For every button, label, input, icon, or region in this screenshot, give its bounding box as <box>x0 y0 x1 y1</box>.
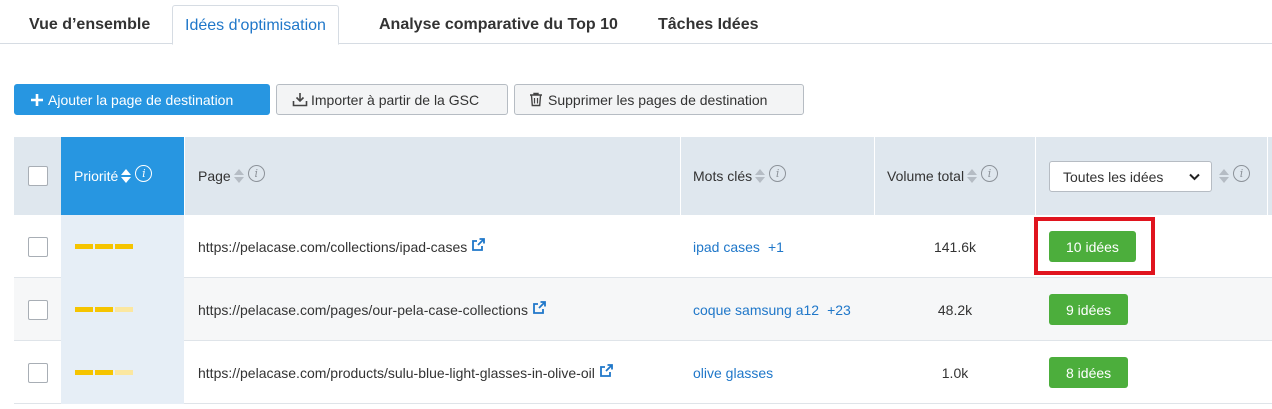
row-checkbox[interactable] <box>27 299 48 320</box>
priority-indicator <box>75 244 133 249</box>
keyword-more-link[interactable]: +23 <box>827 302 851 318</box>
page-url: https://pelacase.com/collections/ipad-ca… <box>198 238 468 255</box>
page-url: https://pelacase.com/pages/our-pela-case… <box>198 301 528 318</box>
tab-optimization-ideas[interactable]: Idées d'optimisation <box>172 5 339 45</box>
header-select-cell <box>14 137 61 215</box>
sort-ideas-icon[interactable] <box>1219 168 1229 184</box>
header-total-volume: Volume total i <box>875 137 1035 215</box>
keyword-link[interactable]: coque samsung a12 <box>693 302 819 318</box>
header-keywords-label: Mots clés <box>693 168 753 184</box>
table-header: Priorité i Page i Mots clés i Volume tot… <box>14 137 1272 215</box>
volume-cell: 48.2k <box>875 278 1035 341</box>
row-checkbox[interactable] <box>27 362 48 383</box>
volume-value: 141.6k <box>933 238 977 255</box>
external-link-icon[interactable] <box>599 364 613 381</box>
keywords-cell: olive glasses <box>681 341 874 404</box>
row-select-cell <box>14 278 61 341</box>
external-link-icon[interactable] <box>532 301 546 318</box>
select-all-checkbox[interactable] <box>27 166 48 186</box>
keywords-cell: coque samsung a12 +23 <box>681 278 874 341</box>
priority-indicator <box>75 370 133 375</box>
tab-top10-benchmark-label: Analyse comparative du Top 10 <box>379 16 618 33</box>
tab-idea-tasks-label: Tâches Idées <box>658 16 759 33</box>
chevron-down-icon <box>1188 170 1201 186</box>
keywords-cell: ipad cases +1 <box>681 215 874 278</box>
page-url: https://pelacase.com/products/sulu-blue-… <box>198 364 595 381</box>
delete-landing-pages-label: Supprimer les pages de destination <box>548 91 768 108</box>
volume-info-icon[interactable]: i <box>981 164 999 182</box>
priority-cell <box>61 341 184 404</box>
highlight-box <box>1034 217 1155 275</box>
page-info-icon[interactable]: i <box>247 164 265 182</box>
ideas-filter-value: Toutes les idées <box>1063 168 1164 185</box>
ideas-count: 8 idées <box>1066 364 1112 381</box>
ideas-cell: 8 idées <box>1049 341 1249 404</box>
volume-value: 1.0k <box>941 364 969 381</box>
keyword-more-link[interactable]: +1 <box>768 239 784 255</box>
import-gsc-button[interactable]: Importer à partir de la GSC <box>276 84 508 115</box>
page-cell: https://pelacase.com/pages/our-pela-case… <box>185 278 680 341</box>
priority-cell <box>61 278 184 341</box>
row-select-cell <box>14 341 61 404</box>
priority-cell <box>61 215 184 278</box>
row-checkbox[interactable] <box>27 236 48 257</box>
download-icon <box>292 92 308 107</box>
volume-cell: 1.0k <box>875 341 1035 404</box>
plus-icon <box>31 93 43 106</box>
header-total-volume-label: Volume total <box>887 168 965 184</box>
tab-top10-benchmark[interactable]: Analyse comparative du Top 10 <box>379 0 618 44</box>
ideas-filter-select[interactable]: Toutes les idées <box>1049 161 1212 192</box>
header-divider <box>1035 137 1036 215</box>
row-select-cell <box>14 215 61 278</box>
delete-landing-pages-button[interactable]: Supprimer les pages de destination <box>514 84 804 115</box>
header-page: Page i <box>185 137 680 215</box>
tab-overview[interactable]: Vue d’ensemble <box>29 0 150 44</box>
tab-optimization-ideas-label: Idées d'optimisation <box>185 17 326 34</box>
header-priority[interactable]: Priorité i <box>61 137 184 215</box>
header-divider <box>1267 137 1268 215</box>
add-landing-page-button[interactable]: Ajouter la page de destination <box>14 84 270 115</box>
sort-page-icon[interactable] <box>233 168 244 184</box>
keyword-link[interactable]: olive glasses <box>693 365 773 381</box>
header-priority-label: Priorité <box>74 168 119 184</box>
keyword-link[interactable]: ipad cases <box>693 239 760 255</box>
sort-priority-icon[interactable] <box>121 168 132 184</box>
table-row: https://pelacase.com/pages/our-pela-case… <box>14 278 1272 341</box>
header-keywords: Mots clés i <box>681 137 874 215</box>
sort-keywords-icon[interactable] <box>755 168 766 184</box>
import-gsc-label: Importer à partir de la GSC <box>311 91 480 108</box>
volume-cell: 141.6k <box>875 215 1035 278</box>
tab-bar: Vue d’ensemble Idées d'optimisation Anal… <box>0 0 1272 45</box>
volume-value: 48.2k <box>937 301 973 318</box>
ideas-button[interactable]: 8 idées <box>1049 357 1129 388</box>
header-page-label: Page <box>198 168 231 184</box>
header-ideas-tools: i <box>1216 137 1266 215</box>
ideas-button[interactable]: 9 idées <box>1049 294 1129 325</box>
page-cell: https://pelacase.com/products/sulu-blue-… <box>185 341 680 404</box>
table-row: https://pelacase.com/products/sulu-blue-… <box>14 341 1272 404</box>
ideas-cell: 9 idées <box>1049 278 1249 341</box>
priority-indicator <box>75 307 133 312</box>
tab-idea-tasks[interactable]: Tâches Idées <box>658 0 759 44</box>
page-cell: https://pelacase.com/collections/ipad-ca… <box>185 215 680 278</box>
ideas-count: 9 idées <box>1066 301 1112 318</box>
sort-volume-icon[interactable] <box>967 168 978 184</box>
landing-pages-table: Priorité i Page i Mots clés i Volume tot… <box>14 137 1272 409</box>
ideas-info-icon[interactable]: i <box>1233 164 1250 182</box>
trash-icon <box>529 92 543 107</box>
priority-info-icon[interactable]: i <box>135 164 153 182</box>
tab-overview-label: Vue d’ensemble <box>29 16 151 33</box>
add-landing-page-label: Ajouter la page de destination <box>48 91 234 108</box>
keywords-info-icon[interactable]: i <box>769 164 787 182</box>
external-link-icon[interactable] <box>471 238 486 255</box>
